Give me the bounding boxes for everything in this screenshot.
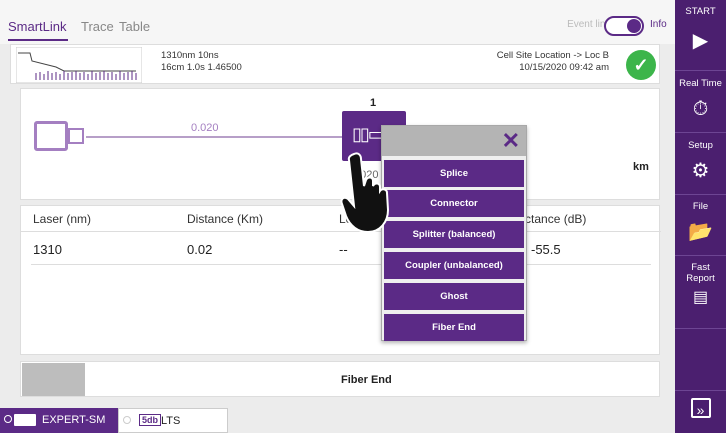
sidebar-divider: [675, 70, 726, 71]
cell-loss: --: [339, 242, 348, 257]
stopwatch-icon: ⏱: [692, 98, 709, 120]
radio-indicator-icon: [4, 415, 12, 423]
module-tab-expert[interactable]: EXPERT-SM: [0, 408, 118, 433]
menu-item-splitter[interactable]: Splitter (balanced): [384, 221, 524, 248]
span-distance-label: 0.020: [191, 122, 219, 134]
measurement-datetime: 10/15/2020 09:42 am: [519, 62, 609, 73]
check-icon: ✓: [626, 50, 656, 80]
launch-cable-icon[interactable]: [34, 121, 68, 151]
wavelength-pulse: 1310nm 10ns: [161, 50, 219, 61]
close-icon[interactable]: ✕: [502, 128, 520, 154]
sidebar-divider: [675, 390, 726, 391]
menu-item-coupler[interactable]: Coupler (unbalanced): [384, 252, 524, 279]
module-tab-lts[interactable]: 5db LTS: [118, 408, 228, 433]
real-time-button[interactable]: Real Time ⏱: [675, 78, 726, 128]
tab-bar: SmartLink Trace Table Event line Info: [0, 0, 675, 44]
sidebar-divider: [675, 328, 726, 329]
gear-icon: ⚙: [691, 160, 710, 182]
connector-glyph-icon: ▯▯▭: [352, 124, 385, 144]
event-type-menu: ✕ Splice Connector Splitter (balanced) C…: [381, 125, 527, 341]
start-label: START: [685, 6, 716, 17]
site-location: Cell Site Location -> Loc B: [496, 50, 609, 61]
resolution-params: 16cm 1.0s 1.46500: [161, 62, 242, 73]
active-tab-indicator: [8, 39, 68, 41]
cell-laser: 1310: [33, 242, 62, 257]
info-toggle[interactable]: [604, 16, 644, 36]
fast-report-label: Fast Report: [686, 262, 715, 284]
fiber-link-line: [86, 136, 351, 138]
cell-reflectance: -55.5: [531, 242, 561, 257]
touch-hand-icon: [340, 152, 390, 234]
fiber-end-swatch: [22, 363, 85, 396]
menu-header: ✕: [382, 126, 526, 156]
double-chevron-right-icon: »: [690, 398, 711, 418]
status-bar: EXPERT-SM 5db LTS: [0, 408, 675, 433]
real-time-label: Real Time: [679, 78, 722, 89]
row-divider: [31, 264, 651, 265]
menu-item-splice[interactable]: Splice: [384, 160, 524, 187]
distance-unit-label: km: [633, 161, 649, 173]
play-icon: ▶: [692, 30, 709, 52]
module-label: EXPERT-SM: [42, 414, 106, 426]
info-label: Info: [650, 19, 667, 30]
header-distance: Distance (Km): [187, 212, 264, 226]
setup-label: Setup: [688, 140, 713, 151]
tab-table[interactable]: Table: [119, 19, 150, 34]
setup-button[interactable]: Setup ⚙: [675, 140, 726, 190]
sidebar-divider: [675, 132, 726, 133]
menu-item-connector[interactable]: Connector: [384, 190, 524, 217]
otdr-module-icon: [14, 414, 36, 426]
event-number: 1: [370, 97, 377, 109]
radio-indicator-icon: [123, 416, 131, 424]
sidebar-divider: [675, 194, 726, 195]
report-icon: ▤: [692, 289, 709, 306]
file-button[interactable]: File 📂: [675, 201, 726, 251]
header-laser: Laser (nm): [33, 212, 92, 226]
menu-item-fiber-end[interactable]: Fiber End: [384, 314, 524, 341]
fiber-end-bar[interactable]: Fiber End: [20, 361, 660, 397]
cell-distance: 0.02: [187, 242, 213, 257]
right-sidebar: START ▶ Real Time ⏱ Setup ⚙ File 📂 Fast …: [675, 0, 726, 433]
expand-button[interactable]: »: [675, 398, 726, 424]
folder-icon: 📂: [688, 221, 713, 243]
tab-smartlink[interactable]: SmartLink: [8, 19, 67, 34]
fast-report-button[interactable]: Fast Report ▤: [675, 262, 726, 322]
sidebar-divider: [675, 255, 726, 256]
start-button[interactable]: START ▶: [675, 6, 726, 70]
file-label: File: [692, 201, 709, 212]
connector-plug-icon: [68, 128, 84, 144]
tab-trace[interactable]: Trace: [81, 19, 114, 34]
mini-trace-thumbnail[interactable]: [16, 47, 142, 83]
lts-badge-icon: 5db: [139, 414, 162, 426]
lts-label: LTS: [161, 415, 181, 427]
menu-item-ghost[interactable]: Ghost: [384, 283, 524, 310]
measurement-info-strip: 1310nm 10ns 16cm 1.0s 1.46500 Cell Site …: [10, 44, 660, 84]
fiber-end-label: Fiber End: [341, 374, 392, 386]
toggle-knob: [627, 19, 641, 33]
